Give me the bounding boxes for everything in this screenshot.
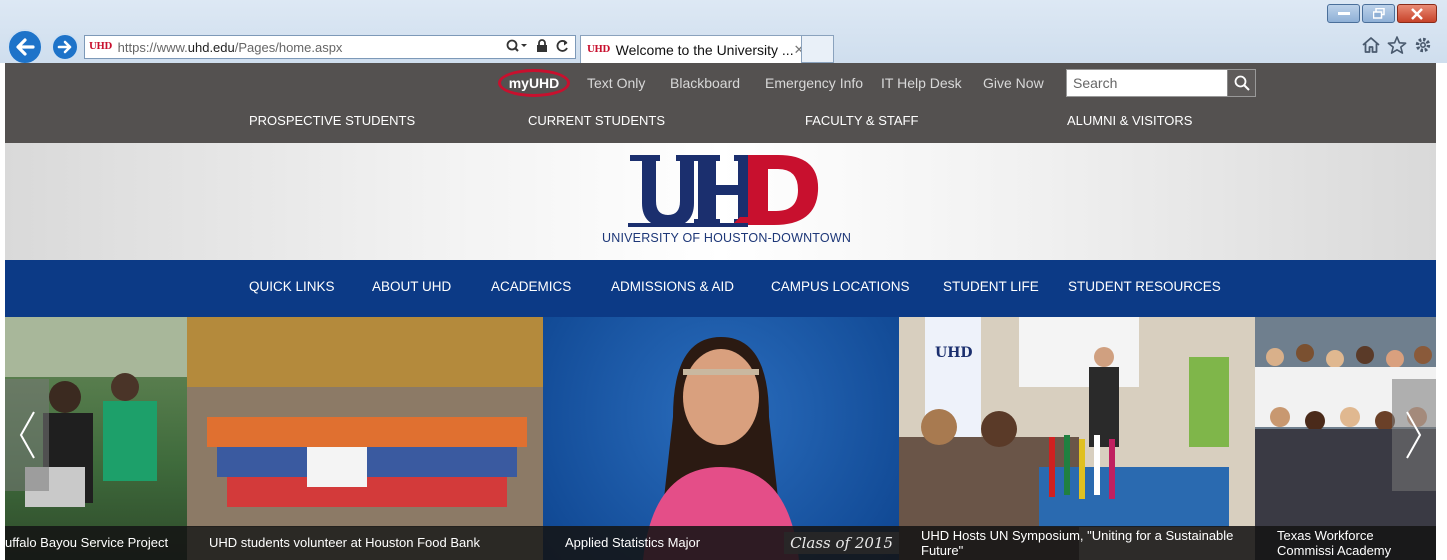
magnifier-icon [1234, 75, 1250, 91]
forward-button[interactable] [51, 33, 79, 61]
close-window-button[interactable] [1397, 4, 1437, 23]
url-scheme: https://www. [117, 39, 188, 55]
browser-tab[interactable]: UHD Welcome to the University ... ✕ [580, 35, 802, 63]
refresh-icon[interactable] [556, 39, 569, 53]
it-help-desk-link[interactable]: IT Help Desk [881, 75, 962, 91]
myuhd-label: myUHD [508, 75, 560, 91]
arrow-left-icon [16, 38, 35, 56]
star-icon[interactable] [1387, 36, 1407, 54]
lock-icon[interactable] [536, 39, 548, 53]
give-now-link[interactable]: Give Now [983, 75, 1044, 91]
site-favicon: UHD [89, 42, 112, 52]
blackboard-link[interactable]: Blackboard [670, 75, 740, 91]
minimize-icon [1337, 11, 1350, 15]
slide-caption: Texas Workforce Commissi Academy Nearly … [1255, 526, 1436, 560]
slide-caption: UHD students volunteer at Houston Food B… [187, 526, 543, 560]
arrow-right-icon [57, 40, 72, 54]
alumni-visitors-link[interactable]: ALUMNI & VISITORS [1067, 113, 1192, 128]
main-navigation: QUICK LINKS ABOUT UHD ACADEMICS ADMISSIO… [5, 260, 1436, 317]
carousel-prev-button[interactable] [5, 379, 49, 491]
search-button[interactable] [1227, 70, 1255, 96]
class-tag: Class of 2015 [784, 532, 899, 554]
browser-chrome: UHD https://www.uhd.edu/Pages/home.aspx … [0, 0, 1447, 65]
quick-links-link[interactable]: QUICK LINKS [249, 279, 335, 294]
academics-link[interactable]: ACADEMICS [491, 279, 571, 294]
tab-favicon: UHD [587, 44, 610, 55]
url-text[interactable]: https://www.uhd.edu/Pages/home.aspx [118, 40, 343, 55]
slide-photo [187, 317, 543, 527]
slide-photo: UHD [899, 317, 1255, 560]
about-uhd-link[interactable]: ABOUT UHD [372, 279, 451, 294]
browser-toolbar [1361, 36, 1433, 54]
window-controls [1327, 4, 1437, 23]
web-page: myUHD Text Only Blackboard Emergency Inf… [5, 63, 1436, 560]
carousel-next-button[interactable] [1392, 379, 1436, 491]
site-search [1066, 69, 1256, 97]
tab-title: Welcome to the University ... [615, 41, 794, 58]
tab-close-icon[interactable]: ✕ [794, 42, 801, 58]
admissions-aid-link[interactable]: ADMISSIONS & AID [611, 279, 734, 294]
carousel-slide[interactable]: Applied Statistics Major Class of 2015 [543, 317, 899, 560]
chevron-left-icon [19, 411, 35, 459]
search-dropdown-icon[interactable] [506, 39, 528, 53]
slide-photo [643, 337, 799, 560]
logo-banner: UNIVERSITY OF HOUSTON-DOWNTOWN [5, 143, 1436, 260]
chevron-right-icon [1406, 411, 1422, 459]
prospective-students-link[interactable]: PROSPECTIVE STUDENTS [249, 113, 415, 128]
back-button[interactable] [7, 29, 43, 65]
address-bar[interactable]: UHD https://www.uhd.edu/Pages/home.aspx [84, 35, 576, 59]
myuhd-link[interactable]: myUHD [498, 69, 570, 97]
university-name: UNIVERSITY OF HOUSTON-DOWNTOWN [602, 231, 852, 245]
close-icon [1411, 7, 1423, 20]
url-domain: uhd.edu [187, 39, 235, 55]
text-only-link[interactable]: Text Only [587, 75, 645, 91]
home-icon[interactable] [1361, 36, 1381, 54]
campus-locations-link[interactable]: CAMPUS LOCATIONS [771, 279, 910, 294]
current-students-link[interactable]: CURRENT STUDENTS [528, 113, 665, 128]
minimize-button[interactable] [1327, 4, 1360, 23]
student-life-link[interactable]: STUDENT LIFE [943, 279, 1039, 294]
search-input[interactable] [1067, 70, 1227, 96]
address-bar-actions [506, 39, 569, 53]
uhd-logo[interactable] [628, 153, 820, 229]
slide-caption: UHD Hosts UN Symposium, "Uniting for a S… [899, 526, 1255, 560]
slide-caption: uffalo Bayou Service Project [5, 526, 187, 560]
restore-icon [1372, 8, 1385, 19]
new-tab-button[interactable] [802, 35, 834, 63]
student-resources-link[interactable]: STUDENT RESOURCES [1068, 279, 1221, 294]
faculty-staff-link[interactable]: FACULTY & STAFF [805, 113, 918, 128]
carousel-slide[interactable]: UHD UHD Hosts UN Symposium, "Uniting for… [899, 317, 1255, 560]
svg-text:UHD: UHD [935, 345, 973, 361]
utility-bar: myUHD Text Only Blackboard Emergency Inf… [5, 63, 1436, 143]
carousel-slide[interactable]: UHD students volunteer at Houston Food B… [187, 317, 543, 560]
gear-icon[interactable] [1413, 36, 1433, 54]
news-carousel: uffalo Bayou Service Project UHD student… [5, 317, 1436, 560]
restore-button[interactable] [1362, 4, 1395, 23]
url-path: /Pages/home.aspx [234, 39, 343, 55]
emergency-info-link[interactable]: Emergency Info [765, 75, 863, 91]
